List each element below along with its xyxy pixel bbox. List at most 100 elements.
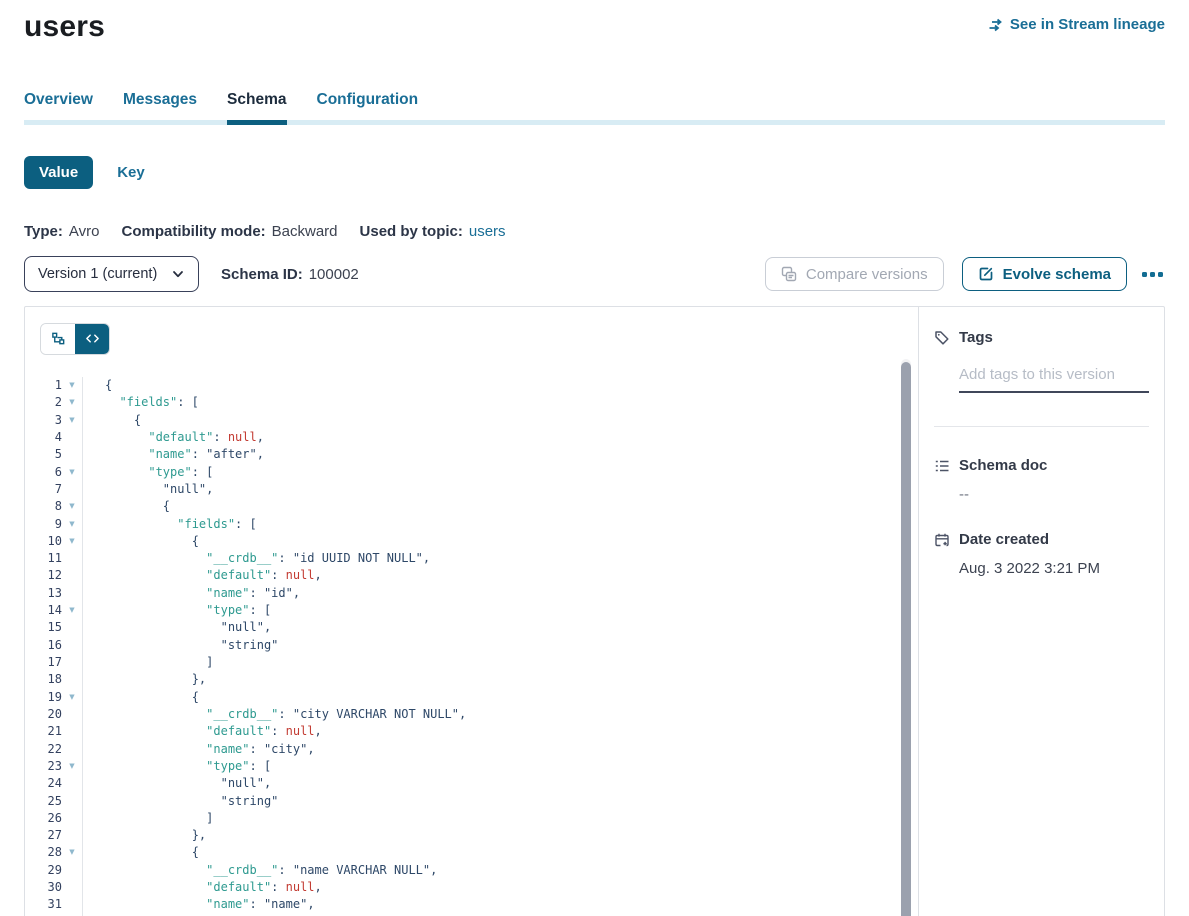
fold-toggle-icon[interactable]: ▼ <box>62 498 82 515</box>
code-line-content: "type": [ <box>82 464 918 481</box>
fold-toggle-icon[interactable]: ▼ <box>62 758 82 775</box>
code-line: 1▼{ <box>25 377 918 394</box>
compare-versions-icon <box>781 266 797 282</box>
line-number: 7 <box>25 481 62 498</box>
code-line: 10▼{ <box>25 533 918 550</box>
add-tags-input[interactable] <box>959 366 1149 393</box>
tag-icon <box>934 330 950 346</box>
code-line-content: "fields": [ <box>82 394 918 411</box>
tags-section-header: Tags <box>934 329 1149 346</box>
code-line-content: "__crdb__": "name VARCHAR NULL", <box>82 862 918 879</box>
code-line-content: "name": "city", <box>82 741 918 758</box>
code-line: 25 "string" <box>25 793 918 810</box>
key-tab-button[interactable]: Key <box>117 164 145 181</box>
fold-spacer <box>62 637 82 654</box>
sidebar-divider <box>934 426 1149 427</box>
code-line-content: "__crdb__": "id UUID NOT NULL", <box>82 550 918 567</box>
code-line-content: "name": "name", <box>82 896 918 913</box>
line-number: 3 <box>25 412 62 429</box>
code-line: 22"name": "city", <box>25 741 918 758</box>
code-line: 8▼{ <box>25 498 918 515</box>
used-by-topic-link[interactable]: users <box>469 223 506 240</box>
schema-page: users See in Stream lineage Overview Mes… <box>0 10 1189 916</box>
tab-messages[interactable]: Messages <box>123 91 197 111</box>
code-line: 31"name": "name", <box>25 896 918 913</box>
fold-spacer <box>62 550 82 567</box>
code-view-button[interactable] <box>75 324 109 355</box>
fold-toggle-icon[interactable]: ▼ <box>62 533 82 550</box>
schema-editor: 1▼{2▼"fields": [3▼{4"default": null,5"na… <box>25 307 918 916</box>
code-line: 19▼{ <box>25 689 918 706</box>
tab-overview[interactable]: Overview <box>24 91 93 111</box>
code-line: 6▼"type": [ <box>25 464 918 481</box>
code-line-content: "string" <box>82 793 918 810</box>
fold-spacer <box>62 879 82 896</box>
fold-toggle-icon[interactable]: ▼ <box>62 689 82 706</box>
compare-versions-button[interactable]: Compare versions <box>765 257 944 291</box>
code-line: 14▼"type": [ <box>25 602 918 619</box>
line-number: 26 <box>25 810 62 827</box>
value-tab-button[interactable]: Value <box>24 156 93 189</box>
schema-doc-section-header: Schema doc <box>934 457 1149 474</box>
used-by-topic-label: Used by topic: <box>360 223 463 240</box>
schema-sidebar: Tags Schema doc -- <box>918 307 1164 916</box>
fold-toggle-icon[interactable]: ▼ <box>62 516 82 533</box>
schema-doc-value: -- <box>959 486 1149 503</box>
fold-toggle-icon[interactable]: ▼ <box>62 602 82 619</box>
code-line-content: "type": [ <box>82 758 918 775</box>
evolve-schema-button[interactable]: Evolve schema <box>962 257 1127 291</box>
line-number: 25 <box>25 793 62 810</box>
code-line-content: { <box>82 844 918 861</box>
code-line-content: }, <box>82 671 918 688</box>
line-number: 1 <box>25 377 62 394</box>
tab-schema[interactable]: Schema <box>227 91 286 111</box>
code-line: 29 "__crdb__": "name VARCHAR NULL", <box>25 862 918 879</box>
fold-toggle-icon[interactable]: ▼ <box>62 412 82 429</box>
line-number: 9 <box>25 516 62 533</box>
line-number: 12 <box>25 567 62 584</box>
value-key-toggle: Value Key <box>24 156 1165 189</box>
code-line-content: "string" <box>82 637 918 654</box>
tab-configuration[interactable]: Configuration <box>317 91 419 111</box>
code-line: 28▼{ <box>25 844 918 861</box>
fold-toggle-icon[interactable]: ▼ <box>62 844 82 861</box>
code-line: 12 "default": null, <box>25 567 918 584</box>
fold-toggle-icon[interactable]: ▼ <box>62 464 82 481</box>
chevron-down-icon <box>171 267 185 281</box>
code-view-icon <box>85 331 100 349</box>
code-line-content: "default": null, <box>82 567 918 584</box>
list-icon <box>934 458 950 474</box>
type-value: Avro <box>69 223 100 240</box>
line-number: 28 <box>25 844 62 861</box>
fold-spacer <box>62 481 82 498</box>
editor-scrollbar-thumb[interactable] <box>901 362 911 916</box>
more-menu-icon[interactable] <box>1140 266 1165 283</box>
line-number: 5 <box>25 446 62 463</box>
fold-spacer <box>62 723 82 740</box>
editor-scrollbar[interactable] <box>901 359 911 916</box>
line-number: 2 <box>25 394 62 411</box>
code-line: 26] <box>25 810 918 827</box>
code-line: 5"name": "after", <box>25 446 918 463</box>
version-bar: Version 1 (current) Schema ID: 100002 Co… <box>24 256 1165 292</box>
code-line-content: { <box>82 412 918 429</box>
code-line: 9▼"fields": [ <box>25 516 918 533</box>
line-number: 13 <box>25 585 62 602</box>
compatibility-label: Compatibility mode: <box>121 223 265 240</box>
evolve-schema-label: Evolve schema <box>1003 266 1111 283</box>
fold-toggle-icon[interactable]: ▼ <box>62 394 82 411</box>
fold-toggle-icon[interactable]: ▼ <box>62 377 82 394</box>
line-number: 18 <box>25 671 62 688</box>
line-number: 29 <box>25 862 62 879</box>
fold-spacer <box>62 585 82 602</box>
tree-view-button[interactable] <box>41 324 75 355</box>
line-number: 10 <box>25 533 62 550</box>
see-in-stream-lineage-link[interactable]: See in Stream lineage <box>987 16 1165 33</box>
date-created-section-header: Date created <box>934 531 1149 548</box>
code-line: 27}, <box>25 827 918 844</box>
fold-spacer <box>62 446 82 463</box>
schema-doc-heading: Schema doc <box>959 457 1047 474</box>
version-select[interactable]: Version 1 (current) <box>24 256 199 292</box>
code-line-content: }, <box>82 827 918 844</box>
code-line: 20"__crdb__": "city VARCHAR NOT NULL", <box>25 706 918 723</box>
